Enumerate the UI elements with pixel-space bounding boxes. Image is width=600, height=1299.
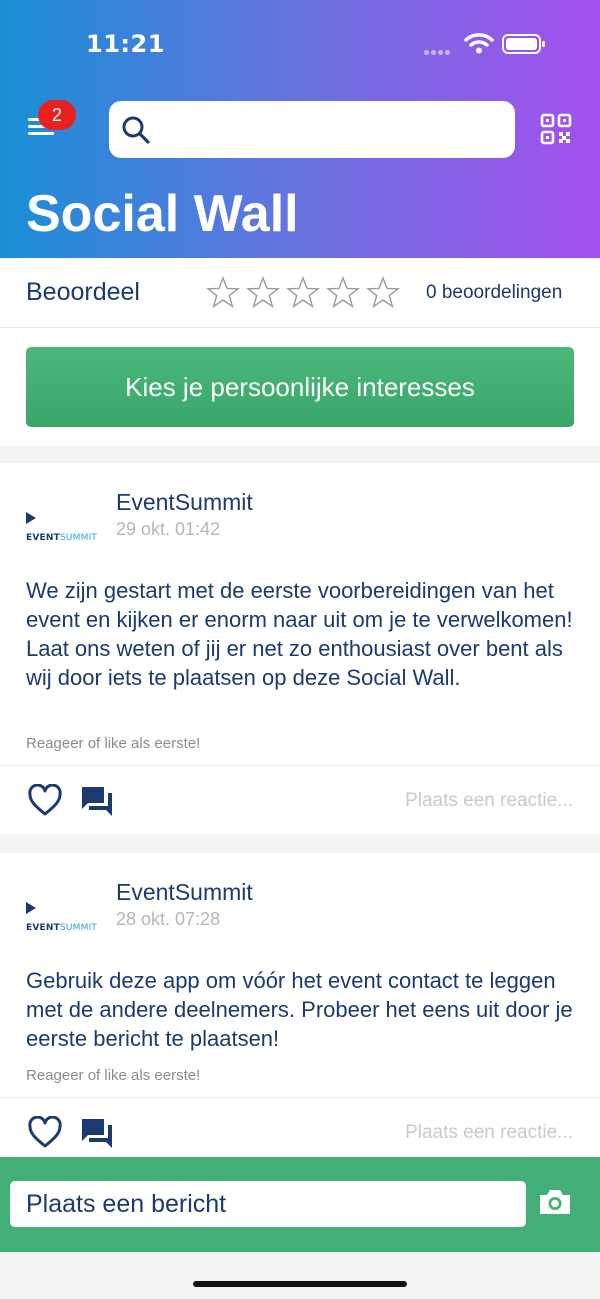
heart-icon[interactable] (27, 784, 63, 817)
wifi-icon (464, 33, 494, 54)
cellular-signal-icon (424, 42, 456, 55)
divider (0, 1097, 600, 1098)
star-icon[interactable] (366, 276, 400, 308)
logo-mark-icon (26, 511, 36, 524)
home-indicator[interactable] (193, 1281, 407, 1287)
divider (0, 765, 600, 766)
post-card: EVENTSUMMIT EventSummit 28 okt. 07:28 Ge… (0, 853, 600, 1157)
camera-icon[interactable] (537, 1187, 573, 1217)
star-icon[interactable] (286, 276, 320, 308)
reply-input[interactable]: Plaats een reactie... (405, 1122, 573, 1144)
post-message-input[interactable]: Plaats een bericht (10, 1181, 526, 1227)
battery-icon (502, 34, 545, 54)
rating-count: 0 beoordelingen (426, 282, 563, 303)
post-hint: Reageer of like als eerste! (26, 1067, 201, 1084)
status-time: 11:21 (86, 30, 165, 58)
search-input[interactable] (165, 109, 499, 151)
notification-badge: 2 (38, 100, 76, 130)
post-composer: Plaats een bericht (0, 1157, 600, 1252)
interests-section: Kies je persoonlijke interesses (0, 328, 600, 446)
post-hint: Reageer of like als eerste! (26, 735, 201, 752)
post-author[interactable]: EventSummit (116, 489, 253, 516)
rating-label: Beoordeel (26, 278, 140, 306)
star-icon[interactable] (246, 276, 280, 308)
post-timestamp: 29 okt. 01:42 (116, 519, 221, 539)
author-logo: EVENTSUMMIT (26, 509, 97, 543)
search-bar[interactable] (109, 101, 515, 158)
post-author[interactable]: EventSummit (116, 879, 253, 906)
app-header: 11:21 2 Social Wall (0, 0, 600, 258)
logo-mark-icon (26, 901, 36, 914)
rating-row: Beoordeel 0 beoordelingen (0, 258, 600, 328)
comment-icon[interactable] (80, 785, 114, 817)
search-icon (122, 116, 150, 144)
interests-button[interactable]: Kies je persoonlijke interesses (26, 347, 574, 427)
post-card: EVENTSUMMIT EventSummit 29 okt. 01:42 We… (0, 463, 600, 834)
heart-icon[interactable] (27, 1116, 63, 1149)
post-text: We zijn gestart met de eerste voorbereid… (26, 578, 573, 690)
star-icon[interactable] (326, 276, 360, 308)
qr-code-icon[interactable] (540, 113, 572, 145)
reply-input[interactable]: Plaats een reactie... (405, 790, 573, 812)
author-logo: EVENTSUMMIT (26, 899, 97, 933)
star-icon[interactable] (206, 276, 240, 308)
post-text: Gebruik deze app om vóór het event conta… (26, 968, 573, 1051)
page-title: Social Wall (26, 185, 299, 243)
comment-icon[interactable] (80, 1117, 114, 1149)
post-timestamp: 28 okt. 07:28 (116, 909, 221, 929)
